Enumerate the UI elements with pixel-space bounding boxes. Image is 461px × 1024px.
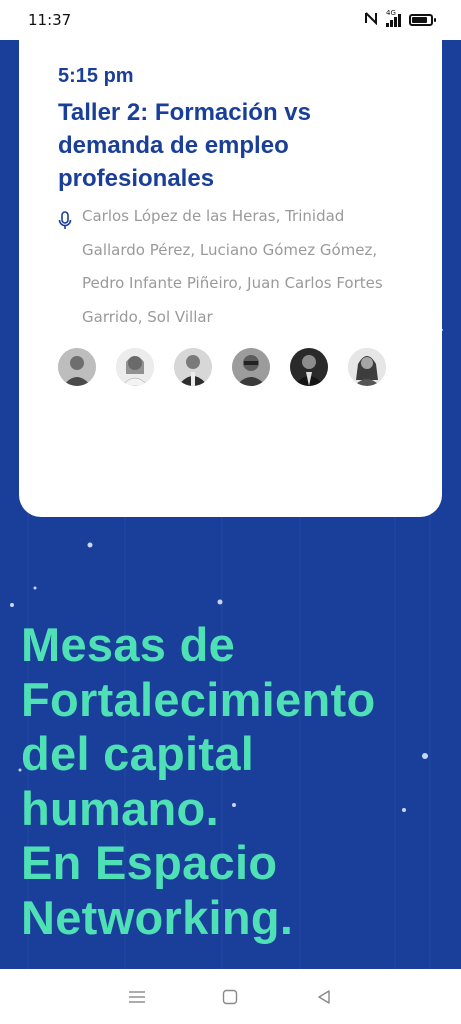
headline-line: del capital xyxy=(21,727,255,780)
home-icon[interactable] xyxy=(218,985,242,1009)
headline-line: Mesas de xyxy=(21,618,236,671)
event-headline: Mesas de Fortalecimiento del capital hum… xyxy=(21,618,451,945)
headline-line: humano. xyxy=(21,781,219,835)
back-icon[interactable] xyxy=(312,985,336,1009)
microphone-icon xyxy=(58,207,80,334)
nfc-icon xyxy=(364,11,378,29)
menu-icon[interactable] xyxy=(125,985,149,1009)
avatar[interactable] xyxy=(116,348,154,386)
signal-icon: 4G xyxy=(386,9,401,27)
speakers-row: Carlos López de las Heras, Trinidad Gall… xyxy=(58,207,404,334)
status-time: 11:37 xyxy=(28,11,72,29)
session-card[interactable]: 5:15 pm Taller 2: Formación vs demanda d… xyxy=(19,40,442,517)
avatar[interactable] xyxy=(348,348,386,386)
headline-line: Fortalecimiento xyxy=(21,672,376,726)
network-type: 4G xyxy=(386,9,396,17)
speakers-list: Carlos López de las Heras, Trinidad Gall… xyxy=(82,207,383,326)
battery-fill xyxy=(412,17,428,23)
avatar[interactable] xyxy=(58,348,96,386)
status-icons: 4G xyxy=(364,9,436,29)
navigation-bar xyxy=(0,969,461,1024)
avatar[interactable] xyxy=(174,348,212,386)
avatar[interactable] xyxy=(232,348,270,386)
avatar[interactable] xyxy=(290,348,328,386)
session-title: Taller 2: Formación vs demanda de empleo… xyxy=(58,99,311,192)
headline-line: En Espacio xyxy=(21,836,278,889)
speaker-avatars xyxy=(58,348,404,386)
headline-line: Networking. xyxy=(21,890,294,944)
battery-icon xyxy=(409,14,436,26)
status-bar: 11:37 4G xyxy=(0,0,461,40)
session-time: 5:15 pm xyxy=(58,65,134,87)
